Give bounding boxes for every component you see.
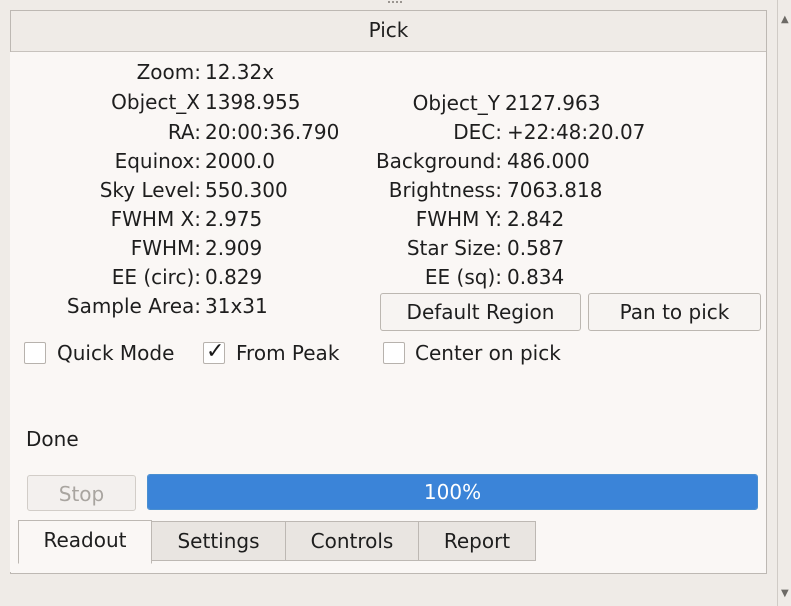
ee-sq-label: EE (sq): bbox=[424, 265, 502, 289]
equinox-label: Equinox: bbox=[114, 149, 201, 173]
ee-sq-value: 0.834 bbox=[507, 265, 565, 289]
from-peak-checkbox[interactable]: ✓ bbox=[203, 339, 225, 364]
background-value: 486.000 bbox=[507, 149, 590, 173]
dec-value: +22:48:20.07 bbox=[507, 120, 646, 144]
tab-controls[interactable]: Controls bbox=[285, 521, 419, 561]
zoom-value: 12.32x bbox=[205, 60, 275, 84]
progress-label: 100% bbox=[423, 480, 482, 504]
star-size-value: 0.587 bbox=[507, 236, 565, 260]
sky-level-label: Sky Level: bbox=[99, 178, 201, 202]
sample-area-value: 31x31 bbox=[205, 294, 268, 318]
default-region-button[interactable]: Default Region bbox=[380, 293, 581, 331]
scroll-down-icon[interactable]: ▼ bbox=[781, 588, 789, 599]
fwhm-value: 2.909 bbox=[205, 236, 263, 260]
vertical-scrollbar[interactable]: ▲ ▼ bbox=[777, 0, 791, 606]
sample-area-label: Sample Area: bbox=[66, 294, 201, 318]
sky-level-value: 550.300 bbox=[205, 178, 288, 202]
center-on-pick-checkbox[interactable] bbox=[383, 342, 405, 364]
brightness-value: 7063.818 bbox=[507, 178, 603, 202]
pan-to-pick-button[interactable]: Pan to pick bbox=[588, 293, 761, 331]
background-label: Background: bbox=[375, 149, 502, 173]
tab-settings[interactable]: Settings bbox=[151, 521, 286, 561]
object-y-label: Object_Y bbox=[412, 91, 500, 115]
tab-readout[interactable]: Readout bbox=[18, 520, 152, 564]
drag-grip[interactable] bbox=[388, 1, 402, 6]
stop-button[interactable]: Stop bbox=[27, 475, 136, 511]
zoom-label: Zoom: bbox=[136, 60, 201, 84]
center-on-pick-label[interactable]: Center on pick bbox=[415, 341, 561, 365]
checkmark-icon: ✓ bbox=[206, 339, 225, 364]
panel-title: Pick bbox=[368, 18, 409, 42]
fwhm-y-value: 2.842 bbox=[507, 207, 565, 231]
ra-label: RA: bbox=[167, 120, 201, 144]
quick-mode-checkbox[interactable] bbox=[24, 342, 46, 364]
dec-label: DEC: bbox=[453, 120, 502, 144]
fwhm-label: FWHM: bbox=[130, 236, 201, 260]
star-size-label: Star Size: bbox=[406, 236, 502, 260]
ee-circ-value: 0.829 bbox=[205, 265, 263, 289]
brightness-label: Brightness: bbox=[388, 178, 502, 202]
progress-bar: 100% bbox=[147, 474, 758, 510]
quick-mode-label[interactable]: Quick Mode bbox=[57, 341, 174, 365]
object-x-label: Object_X bbox=[111, 90, 200, 114]
equinox-value: 2000.0 bbox=[205, 149, 275, 173]
status-text: Done bbox=[26, 427, 79, 451]
object-y-value: 2127.963 bbox=[505, 91, 601, 115]
tab-report[interactable]: Report bbox=[418, 521, 536, 561]
scroll-up-icon[interactable]: ▲ bbox=[781, 14, 789, 25]
from-peak-label[interactable]: From Peak bbox=[236, 341, 339, 365]
fwhm-y-label: FWHM Y: bbox=[415, 207, 502, 231]
fwhm-x-value: 2.975 bbox=[205, 207, 263, 231]
fwhm-x-label: FWHM X: bbox=[110, 207, 201, 231]
ra-value: 20:00:36.790 bbox=[205, 120, 340, 144]
ee-circ-label: EE (circ): bbox=[111, 265, 201, 289]
object-x-value: 1398.955 bbox=[205, 90, 301, 114]
